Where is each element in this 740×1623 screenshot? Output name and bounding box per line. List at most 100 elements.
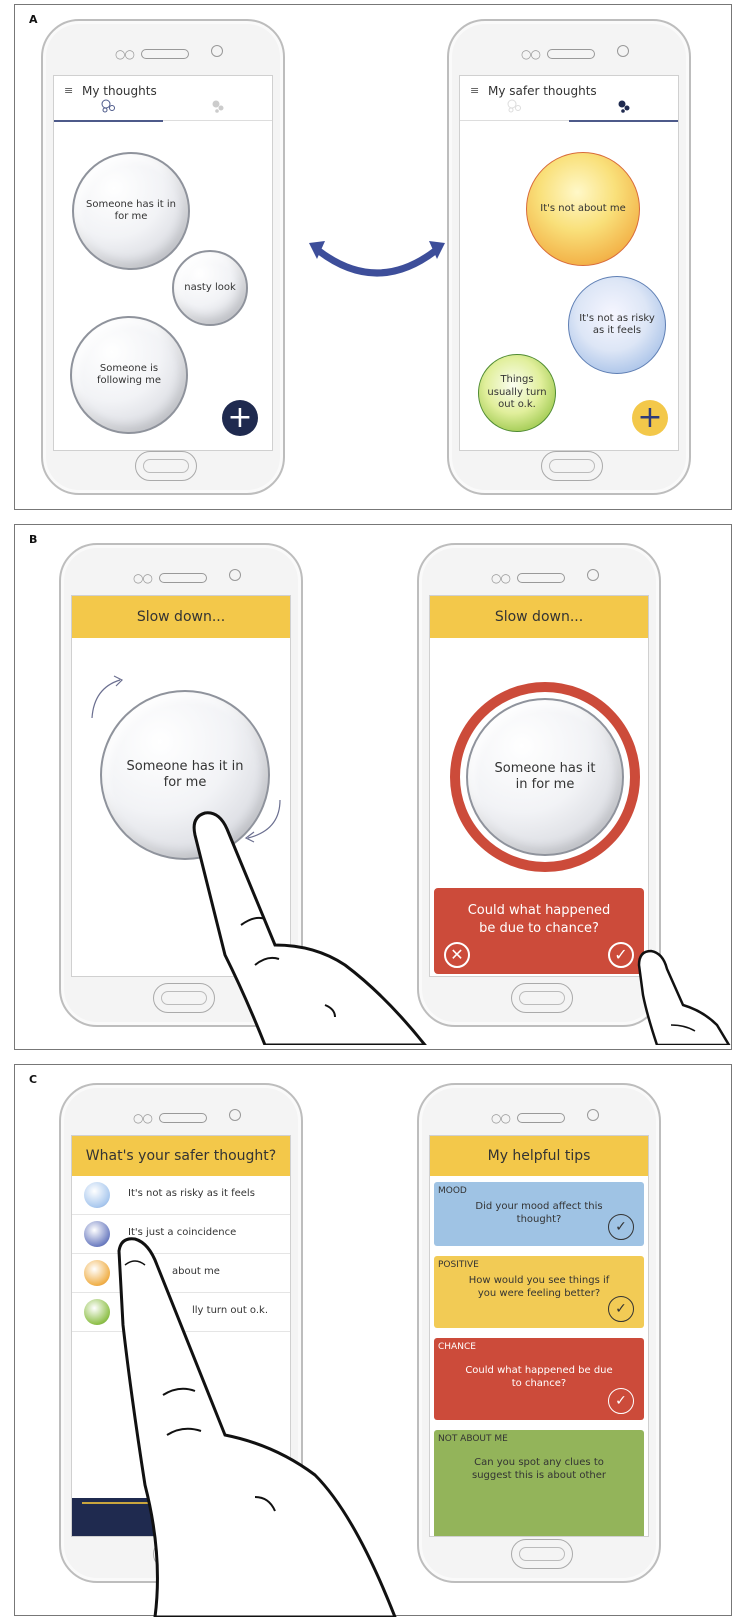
- option-text: about me: [172, 1266, 220, 1277]
- home-button[interactable]: [541, 451, 603, 481]
- speaker: [159, 1113, 207, 1123]
- thought-bubble[interactable]: Someone has it in for me: [466, 698, 624, 856]
- safer-thought-option[interactable]: It's not as risky as it feels: [72, 1176, 290, 1215]
- camera: [229, 1109, 241, 1121]
- close-circle-icon[interactable]: ✕: [444, 942, 470, 968]
- double-arrow-icon: [309, 241, 445, 277]
- check-circle-icon[interactable]: ✓: [608, 1296, 634, 1322]
- safer-thought-bubble[interactable]: It's not as risky as it feels: [568, 276, 666, 374]
- home-button[interactable]: [153, 1539, 215, 1569]
- safer-thought-option[interactable]: It's just a coincidence: [72, 1215, 290, 1254]
- speaker: [141, 49, 189, 59]
- screen: Slow down... Someone has it in for me Co…: [429, 595, 649, 977]
- panel-b: B ○○ Slow down... Someone has it in for …: [14, 524, 732, 1050]
- screen: My helpful tips MOOD Did your mood affec…: [429, 1135, 649, 1537]
- home-button[interactable]: [511, 983, 573, 1013]
- option-text: It's not as risky as it feels: [128, 1188, 255, 1199]
- screen: What's your safer thought? It's not as r…: [71, 1135, 291, 1537]
- home-button[interactable]: [153, 983, 215, 1013]
- phone-helpful-tips: ○○ My helpful tips MOOD Did your mood af…: [417, 1083, 661, 1583]
- thought-bubble-icon: [84, 1299, 110, 1325]
- slow-down-header: Slow down...: [430, 596, 648, 638]
- screen: ≡ My safer thoughts It's not about me It…: [459, 75, 679, 451]
- tip-category: CHANCE: [438, 1342, 476, 1352]
- sensor-dots: ○○: [521, 47, 541, 61]
- thought-bubble-icon: [84, 1221, 110, 1247]
- safer-thought-header: What's your safer thought?: [72, 1136, 290, 1176]
- camera: [229, 569, 241, 581]
- check-circle-icon[interactable]: ✓: [608, 1214, 634, 1240]
- phone-my-safer-thoughts: ○○ ≡ My safer thoughts It's not about me…: [447, 19, 691, 495]
- panel-label: C: [29, 1073, 38, 1086]
- check-circle-icon[interactable]: ✓: [608, 1388, 634, 1414]
- safer-thought-option[interactable]: about me: [72, 1254, 290, 1293]
- bubbles-filled-icon: [618, 100, 629, 113]
- thought-bubble-icon: [84, 1260, 110, 1286]
- panel-label: A: [29, 13, 38, 26]
- thought-bubble[interactable]: Someone has it in for me: [72, 152, 190, 270]
- speaker: [517, 573, 565, 583]
- tip-card-mood[interactable]: MOOD Did your mood affect this thought? …: [434, 1182, 644, 1246]
- check-circle-icon[interactable]: ✓: [608, 942, 634, 968]
- add-safer-thought-button[interactable]: +: [632, 400, 668, 436]
- bubble-text: Someone has it in for me: [86, 198, 176, 223]
- bubble-text: Things usually turn out o.k.: [487, 374, 547, 411]
- bubbles-outline-icon: [507, 99, 521, 113]
- bottom-bar: [72, 1498, 290, 1536]
- thought-bubble[interactable]: nasty look: [172, 250, 248, 326]
- helpful-tips-header: My helpful tips: [430, 1136, 648, 1176]
- home-button[interactable]: [511, 1539, 573, 1569]
- panel-label: B: [29, 533, 38, 546]
- thought-bubble[interactable]: Someone is following me: [70, 316, 188, 434]
- phone-slow-down-spin: ○○ Slow down... Someone has it in for me: [59, 543, 303, 1027]
- bubble-text: It's not about me: [540, 202, 626, 214]
- tab-my-thoughts[interactable]: [460, 98, 569, 120]
- sensor-dots: ○○: [115, 47, 135, 61]
- sensor-dots: ○○: [491, 1111, 511, 1125]
- tab-indicator: [569, 120, 678, 122]
- safer-thought-bubble[interactable]: Things usually turn out o.k.: [478, 354, 556, 432]
- safer-thought-bubble[interactable]: It's not about me: [526, 152, 640, 266]
- add-thought-button[interactable]: +: [222, 400, 258, 436]
- tip-card-chance[interactable]: CHANCE Could what happened be due to cha…: [434, 1338, 644, 1420]
- home-button[interactable]: [135, 451, 197, 481]
- tab-safer-thoughts[interactable]: [569, 98, 678, 120]
- menu-icon[interactable]: ≡: [64, 84, 73, 97]
- tab-my-thoughts[interactable]: [54, 98, 163, 120]
- phone-my-thoughts: ○○ ≡ My thoughts Someone has it in for m…: [41, 19, 285, 495]
- screen: Slow down... Someone has it in for me: [71, 595, 291, 977]
- camera: [617, 45, 629, 57]
- tip-category: NOT ABOUT ME: [438, 1434, 508, 1444]
- bubble-text: nasty look: [184, 281, 236, 293]
- tip-question: Can you spot any clues to suggest this i…: [472, 1457, 606, 1481]
- speaker: [159, 573, 207, 583]
- tab-safer-thoughts[interactable]: [163, 98, 272, 120]
- speaker: [547, 49, 595, 59]
- bubble-text: Someone is following me: [96, 362, 162, 387]
- sensor-dots: ○○: [133, 1111, 153, 1125]
- panel-a: A ○○ ≡ My thoughts Someone has it in for…: [14, 4, 732, 510]
- question-card: Could what happened be due to chance? ✕ …: [434, 888, 644, 974]
- tab-bar: [54, 98, 272, 122]
- screen: ≡ My thoughts Someone has it in for me n…: [53, 75, 273, 451]
- option-text: It's just a coincidence: [128, 1227, 237, 1238]
- tip-card-not-about-me[interactable]: NOT ABOUT ME Can you spot any clues to s…: [434, 1430, 644, 1536]
- rotate-arrow-icon: [91, 675, 124, 719]
- bubbles-filled-icon: [212, 100, 223, 113]
- plus-icon: +: [637, 400, 663, 435]
- tip-question: Did your mood affect this thought?: [475, 1201, 603, 1225]
- bubbles-outline-icon: [101, 99, 115, 113]
- page-title: My safer thoughts: [488, 84, 597, 98]
- plus-icon: +: [227, 400, 253, 435]
- camera: [211, 45, 223, 57]
- safer-thought-option[interactable]: lly turn out o.k.: [72, 1293, 290, 1332]
- thought-bubble[interactable]: Someone has it in for me: [100, 690, 270, 860]
- tip-card-positive[interactable]: POSITIVE How would you see things if you…: [434, 1256, 644, 1328]
- menu-icon[interactable]: ≡: [470, 84, 479, 97]
- phone-slow-down-question: ○○ Slow down... Someone has it in for me…: [417, 543, 661, 1027]
- option-text: lly turn out o.k.: [192, 1305, 269, 1316]
- bottom-bar-line: [82, 1502, 280, 1504]
- page-title: My thoughts: [82, 84, 157, 98]
- bubble-text: Someone has it in for me: [494, 760, 596, 792]
- tab-bar: [460, 98, 678, 122]
